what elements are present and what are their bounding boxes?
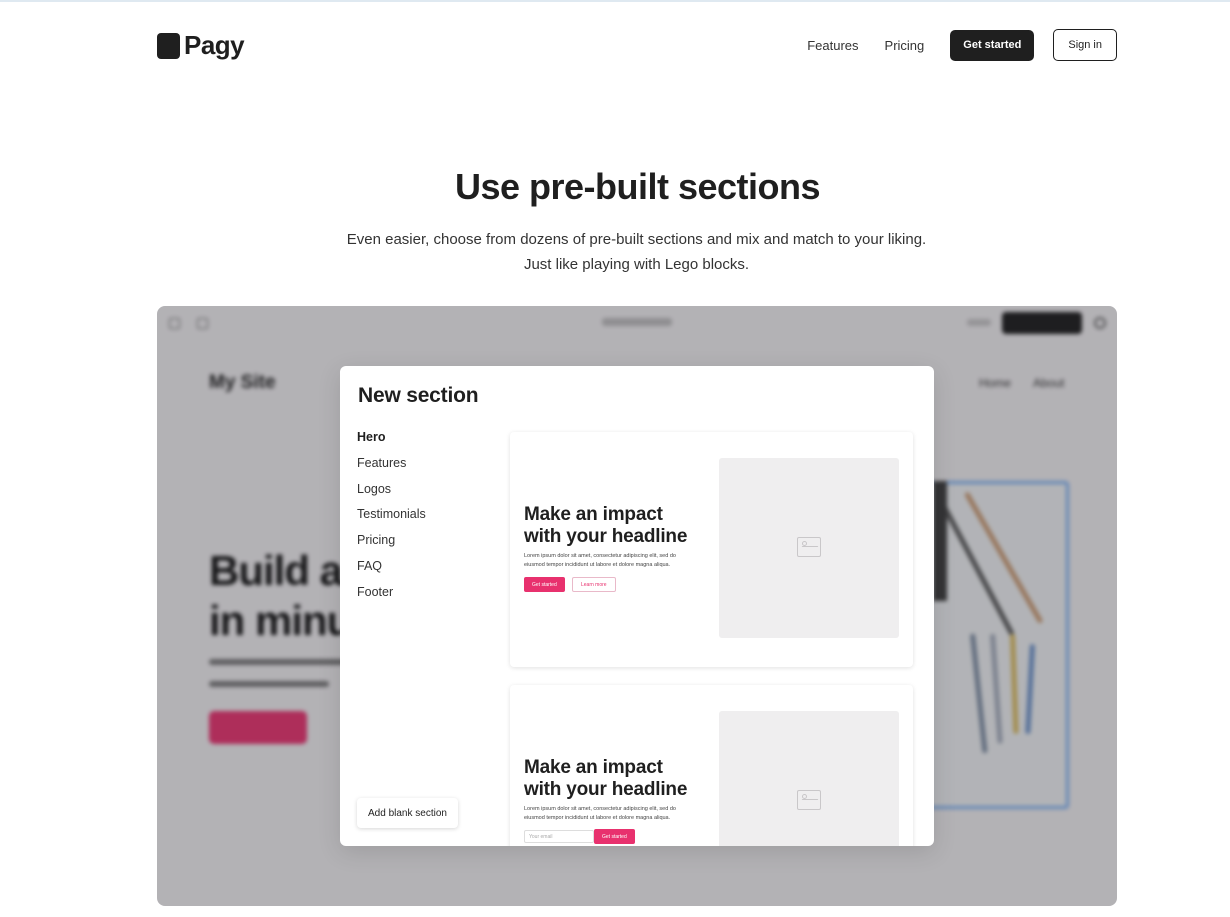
section-template-card[interactable]: Make an impact with your headline Lorem … <box>510 685 913 846</box>
image-icon <box>797 790 821 810</box>
card-get-started-button: Get started <box>524 577 565 592</box>
get-started-button[interactable]: Get started <box>950 29 1035 61</box>
new-section-modal: New section Hero Features Logos Testimon… <box>340 366 934 846</box>
logo-text: Pagy <box>184 30 245 60</box>
image-placeholder <box>719 458 899 638</box>
card-headline: Make an impact with your headline <box>524 757 688 800</box>
logo-mark-icon <box>157 32 180 59</box>
category-hero[interactable]: Hero <box>357 428 426 454</box>
subtitle-line-1: Even easier, choose from dozens of pre-b… <box>346 231 927 248</box>
modal-title: New section <box>358 384 479 407</box>
category-logos[interactable]: Logos <box>357 480 426 506</box>
logo[interactable]: Pagy <box>157 30 245 61</box>
category-pricing[interactable]: Pricing <box>357 531 426 557</box>
subtitle-line-2: Just like playing with Lego blocks. <box>523 256 750 273</box>
card-body: Lorem ipsum dolor sit amet, consectetur … <box>524 553 676 568</box>
image-placeholder <box>719 711 899 846</box>
editor-demo-preview: My Site Home About Build a in minu New se… <box>157 306 1117 906</box>
category-features[interactable]: Features <box>357 454 426 480</box>
category-testimonials[interactable]: Testimonials <box>357 505 426 531</box>
card-get-started-button: Get started <box>594 829 635 844</box>
top-navigation: Pagy Features Pricing Get started Sign i… <box>157 29 1117 61</box>
nav-links: Features Pricing Get started Sign in <box>807 29 1117 61</box>
nav-link-features[interactable]: Features <box>807 38 858 53</box>
image-icon <box>797 537 821 557</box>
card-body: Lorem ipsum dolor sit amet, consectetur … <box>524 806 676 821</box>
sign-in-button[interactable]: Sign in <box>1053 29 1117 61</box>
category-list: Hero Features Logos Testimonials Pricing… <box>357 428 426 609</box>
top-border <box>0 0 1230 2</box>
card-learn-more-button: Learn more <box>572 577 616 592</box>
section-subtitle: Even easier, choose from dozens of pre-b… <box>0 227 1230 277</box>
section-template-card[interactable]: Make an impact with your headline Lorem … <box>510 432 913 667</box>
category-faq[interactable]: FAQ <box>357 557 426 583</box>
card-headline: Make an impact with your headline <box>524 504 688 547</box>
category-footer[interactable]: Footer <box>357 583 426 609</box>
section-title: Use pre-built sections <box>454 166 821 207</box>
add-blank-section-button[interactable]: Add blank section <box>357 798 458 828</box>
nav-link-pricing[interactable]: Pricing <box>885 38 925 53</box>
card-email-input: Your email <box>524 830 594 843</box>
